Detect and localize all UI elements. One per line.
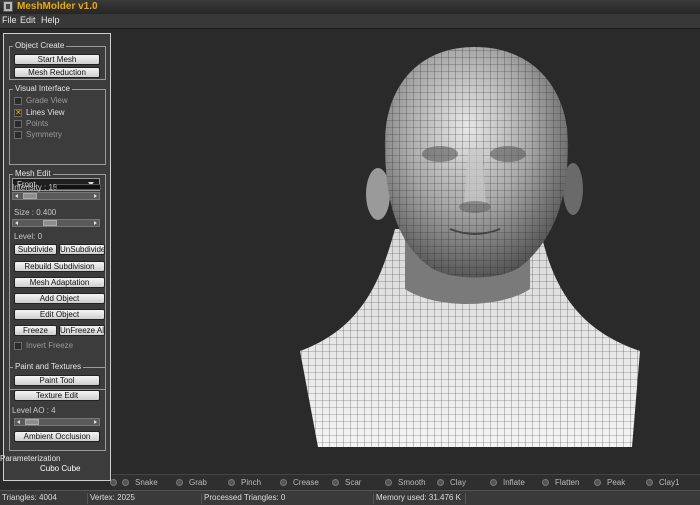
slider-right-icon[interactable] xyxy=(94,420,97,424)
start-mesh-button[interactable]: Start Mesh xyxy=(14,54,100,65)
radio-dot-icon[interactable] xyxy=(122,479,129,486)
parameterization-values: Cubo Cube xyxy=(40,464,81,473)
symmetry-checkbox[interactable] xyxy=(14,131,22,139)
mesh-adaptation-button[interactable]: Mesh Adaptation xyxy=(14,277,105,288)
brush-label: Flatten xyxy=(555,478,580,487)
size-label: Size : 0.400 xyxy=(14,208,57,217)
slider-left-icon[interactable] xyxy=(15,221,18,225)
parameterization-label: Parameterization xyxy=(0,454,61,463)
brush-label: Grab xyxy=(189,478,207,487)
radio-dot-icon[interactable] xyxy=(228,479,235,486)
radio-dot-icon[interactable] xyxy=(176,479,183,486)
radio-dot-icon[interactable] xyxy=(110,479,117,486)
level-ao-label: Level AO : 4 xyxy=(12,406,56,415)
paint-textures-title: Paint and Textures xyxy=(13,362,84,371)
points-checkbox[interactable] xyxy=(14,120,22,128)
mesh-edit-title: Mesh Edit xyxy=(13,169,53,178)
subdivide-button[interactable]: Subdivide xyxy=(14,244,57,255)
radio-dot-icon[interactable] xyxy=(646,479,653,486)
slider-right-icon[interactable] xyxy=(94,221,97,225)
rebuild-subdivision-button[interactable]: Rebuild Subdivision xyxy=(14,261,105,272)
menu-bar: File Edit Help xyxy=(0,14,700,29)
lines-view-label: Lines View xyxy=(26,108,65,117)
size-slider-thumb[interactable] xyxy=(43,220,57,226)
grade-view-checkbox[interactable] xyxy=(14,97,22,105)
unfreeze-all-button[interactable]: UnFreeze All xyxy=(59,325,105,336)
symmetry-label: Symmetry xyxy=(26,130,62,139)
visual-interface-group: Visual Interface Grade View ✕ Lines View… xyxy=(9,84,106,165)
object-create-group: Object Create Start Mesh Mesh Reduction xyxy=(9,41,106,80)
menu-help[interactable]: Help xyxy=(41,15,60,25)
slider-right-icon[interactable] xyxy=(94,194,97,198)
menu-file[interactable]: File xyxy=(2,15,17,25)
status-memory: Memory used: 31.476 K xyxy=(374,493,466,504)
slider-left-icon[interactable] xyxy=(17,420,20,424)
edit-object-button[interactable]: Edit Object xyxy=(14,309,105,320)
tool-panel: Object Create Start Mesh Mesh Reduction … xyxy=(3,33,111,481)
invert-freeze-label: Invert Freeze xyxy=(26,341,74,350)
brush-label: Smooth xyxy=(398,478,426,487)
object-create-title: Object Create xyxy=(13,41,67,50)
lines-view-checkbox[interactable]: ✕ xyxy=(14,109,22,117)
brush-label: Snake xyxy=(135,478,158,487)
invert-freeze-checkbox[interactable] xyxy=(14,342,22,350)
intensity-slider-thumb[interactable] xyxy=(23,193,37,199)
radio-dot-icon[interactable] xyxy=(437,479,444,486)
brush-label: Peak xyxy=(607,478,626,487)
brush-label: Inflate xyxy=(503,478,525,487)
size-slider[interactable] xyxy=(12,219,100,227)
freeze-button[interactable]: Freeze xyxy=(14,325,57,336)
unsubdivide-button[interactable]: UnSubdivide xyxy=(59,244,105,255)
app-icon xyxy=(3,1,13,12)
radio-dot-icon[interactable] xyxy=(280,479,287,486)
app-title: MeshMolder v1.0 xyxy=(17,1,98,12)
texture-edit-button[interactable]: Texture Edit xyxy=(14,390,100,401)
radio-dot-icon[interactable] xyxy=(332,479,339,486)
intensity-value-bar xyxy=(56,184,101,190)
radio-dot-icon[interactable] xyxy=(542,479,549,486)
radio-dot-icon[interactable] xyxy=(594,479,601,486)
intensity-slider[interactable] xyxy=(12,192,100,200)
brush-label: Clay xyxy=(450,478,467,487)
slider-left-icon[interactable] xyxy=(15,194,18,198)
radio-dot-icon[interactable] xyxy=(490,479,497,486)
title-bar: MeshMolder v1.0 xyxy=(0,0,700,15)
status-processed-triangles: Processed Triangles: 0 xyxy=(202,493,374,504)
add-object-button[interactable]: Add Object xyxy=(14,293,105,304)
points-label: Points xyxy=(26,119,49,128)
level-label: Level: 0 xyxy=(14,232,43,241)
mesh-reduction-button[interactable]: Mesh Reduction xyxy=(14,67,100,78)
brush-label: Scar xyxy=(345,478,362,487)
grade-view-label: Grade View xyxy=(26,96,68,105)
visual-interface-title: Visual Interface xyxy=(13,84,72,93)
brush-label: Clay1 xyxy=(659,478,680,487)
brush-label: Crease xyxy=(293,478,319,487)
level-ao-slider-thumb[interactable] xyxy=(25,419,39,425)
status-triangles: Triangles: 4004 xyxy=(0,493,88,504)
status-vertex: Vertex: 2025 xyxy=(88,493,202,504)
brush-bar: Snake Grab Pinch Crease Scar Smooth Clay… xyxy=(110,474,700,489)
ambient-occlusion-button[interactable]: Ambient Occlusion xyxy=(14,431,100,442)
paint-textures-group: Paint and Textures Paint Tool Texture Ed… xyxy=(9,362,106,451)
level-ao-slider[interactable] xyxy=(14,418,100,426)
status-bar: Triangles: 4004 Vertex: 2025 Processed T… xyxy=(0,490,700,505)
intensity-label: Intensity : 15 xyxy=(12,183,58,192)
paint-tool-button[interactable]: Paint Tool xyxy=(14,375,100,386)
brush-label: Pinch xyxy=(241,478,262,487)
radio-dot-icon[interactable] xyxy=(385,479,392,486)
menu-edit[interactable]: Edit xyxy=(20,15,36,25)
